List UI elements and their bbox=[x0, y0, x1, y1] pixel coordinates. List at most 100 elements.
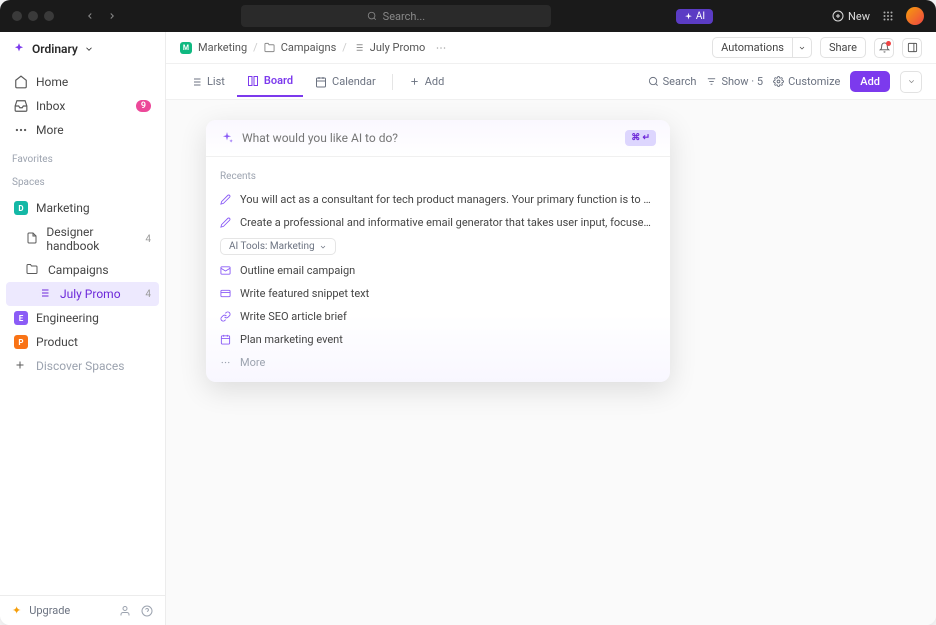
board-icon bbox=[247, 75, 259, 87]
spaces-label: Spaces bbox=[0, 169, 165, 192]
sidebar-campaigns[interactable]: Campaigns bbox=[6, 258, 159, 282]
automations-dropdown[interactable] bbox=[792, 37, 812, 58]
user-icon[interactable] bbox=[119, 605, 131, 617]
sidebar-home[interactable]: Home bbox=[6, 70, 159, 94]
crumb-space[interactable]: Marketing bbox=[198, 41, 247, 54]
card-icon bbox=[220, 288, 232, 299]
list-icon bbox=[38, 287, 52, 301]
workspace-switcher[interactable]: Ordinary bbox=[0, 32, 165, 66]
plus-circle-icon bbox=[832, 10, 844, 22]
space-engineering[interactable]: E Engineering bbox=[6, 306, 159, 330]
notif-dot bbox=[886, 41, 891, 46]
sidebar-more[interactable]: More bbox=[6, 118, 159, 142]
view-add[interactable]: Add bbox=[399, 67, 455, 96]
gear-icon bbox=[773, 76, 784, 87]
home-icon bbox=[14, 75, 28, 89]
help-icon[interactable] bbox=[141, 605, 153, 617]
automations-button-group: Automations bbox=[712, 37, 812, 58]
close-dot[interactable] bbox=[12, 11, 22, 21]
minimize-dot[interactable] bbox=[28, 11, 38, 21]
crumb-space-icon: M bbox=[180, 42, 192, 54]
space-marketing[interactable]: D Marketing bbox=[6, 196, 159, 220]
board-area: ⌘ ↵ Recents You will act as a consultant… bbox=[166, 100, 936, 625]
sidebar-footer: ✦ Upgrade bbox=[0, 595, 165, 625]
pencil-icon bbox=[220, 194, 232, 205]
mail-icon bbox=[220, 265, 232, 276]
share-button[interactable]: Share bbox=[820, 37, 866, 58]
tool-plan-event[interactable]: Plan marketing event bbox=[206, 328, 670, 351]
chevron-down-icon bbox=[319, 243, 327, 251]
panel-icon bbox=[907, 42, 918, 53]
sparkle-icon bbox=[220, 131, 234, 145]
crumb-folder[interactable]: Campaigns bbox=[281, 41, 337, 54]
plus-icon bbox=[14, 359, 28, 373]
ai-pill[interactable]: AI bbox=[676, 9, 713, 24]
upgrade-icon: ✦ bbox=[12, 604, 21, 617]
customize-action[interactable]: Customize bbox=[773, 75, 840, 88]
content: M Marketing / Campaigns / July Promo Aut… bbox=[166, 32, 936, 625]
add-dropdown[interactable] bbox=[900, 71, 922, 93]
back-button[interactable] bbox=[80, 6, 100, 26]
space-engineering-icon: E bbox=[14, 311, 28, 325]
sidebar: Ordinary Home Inbox 9 More bbox=[0, 32, 166, 625]
ai-modal: ⌘ ↵ Recents You will act as a consultant… bbox=[206, 120, 670, 382]
space-product-icon: P bbox=[14, 335, 28, 349]
crumb-list[interactable]: July Promo bbox=[370, 41, 426, 54]
view-calendar[interactable]: Calendar bbox=[305, 67, 386, 96]
inbox-icon bbox=[14, 99, 28, 113]
calendar-icon bbox=[315, 76, 327, 88]
search-placeholder: Search... bbox=[383, 10, 426, 23]
list-icon bbox=[353, 42, 364, 53]
filter-icon bbox=[706, 76, 717, 87]
ai-modal-header: ⌘ ↵ bbox=[206, 120, 670, 157]
sidebar-july-promo[interactable]: July Promo 4 bbox=[6, 282, 159, 306]
automations-button[interactable]: Automations bbox=[712, 37, 792, 58]
view-board[interactable]: Board bbox=[237, 66, 303, 97]
tool-more[interactable]: More bbox=[206, 351, 670, 374]
tool-seo[interactable]: Write SEO article brief bbox=[206, 305, 670, 328]
panel-button[interactable] bbox=[902, 38, 922, 58]
sidebar-inbox[interactable]: Inbox 9 bbox=[6, 94, 159, 118]
maximize-dot[interactable] bbox=[44, 11, 54, 21]
forward-button[interactable] bbox=[102, 6, 122, 26]
view-list[interactable]: List bbox=[180, 67, 235, 96]
add-button[interactable]: Add bbox=[850, 71, 890, 92]
recent-item-2[interactable]: Create a professional and informative em… bbox=[206, 211, 670, 234]
titlebar: Search... AI New bbox=[0, 0, 936, 32]
ai-input[interactable] bbox=[242, 131, 617, 145]
search-bar[interactable]: Search... bbox=[241, 5, 551, 27]
breadcrumb-row: M Marketing / Campaigns / July Promo Aut… bbox=[166, 32, 936, 64]
tool-snippet[interactable]: Write featured snippet text bbox=[206, 282, 670, 305]
apps-icon[interactable] bbox=[882, 10, 894, 22]
more-icon[interactable] bbox=[435, 42, 447, 54]
link-icon bbox=[220, 311, 232, 322]
view-tabs: List Board Calendar Add bbox=[166, 64, 936, 100]
upgrade-link[interactable]: Upgrade bbox=[29, 604, 70, 617]
more-icon bbox=[220, 357, 232, 368]
inbox-badge: 9 bbox=[136, 100, 151, 112]
nav-arrows bbox=[80, 6, 122, 26]
recents-label: Recents bbox=[206, 165, 670, 188]
recent-item-1[interactable]: You will act as a consultant for tech pr… bbox=[206, 188, 670, 211]
space-product[interactable]: P Product bbox=[6, 330, 159, 354]
favorites-label: Favorites bbox=[0, 146, 165, 169]
notification-button[interactable] bbox=[874, 38, 894, 58]
doc-icon bbox=[26, 232, 38, 246]
chevron-down-icon bbox=[84, 44, 94, 54]
traffic-lights bbox=[12, 11, 54, 21]
discover-spaces[interactable]: Discover Spaces bbox=[6, 354, 159, 378]
more-icon bbox=[14, 123, 28, 137]
sidebar-designer-handbook[interactable]: Designer handbook 4 bbox=[6, 220, 159, 258]
search-action[interactable]: Search bbox=[648, 75, 697, 88]
search-icon bbox=[367, 11, 377, 21]
plus-icon bbox=[409, 76, 420, 87]
new-button[interactable]: New bbox=[832, 10, 870, 23]
list-icon bbox=[190, 76, 202, 88]
calendar-icon bbox=[220, 334, 232, 345]
search-icon bbox=[648, 76, 659, 87]
ai-tools-chip[interactable]: AI Tools: Marketing bbox=[220, 238, 336, 255]
show-action[interactable]: Show · 5 bbox=[706, 75, 763, 88]
tool-outline-email[interactable]: Outline email campaign bbox=[206, 259, 670, 282]
chevron-down-icon bbox=[907, 77, 916, 86]
user-avatar[interactable] bbox=[906, 7, 924, 25]
